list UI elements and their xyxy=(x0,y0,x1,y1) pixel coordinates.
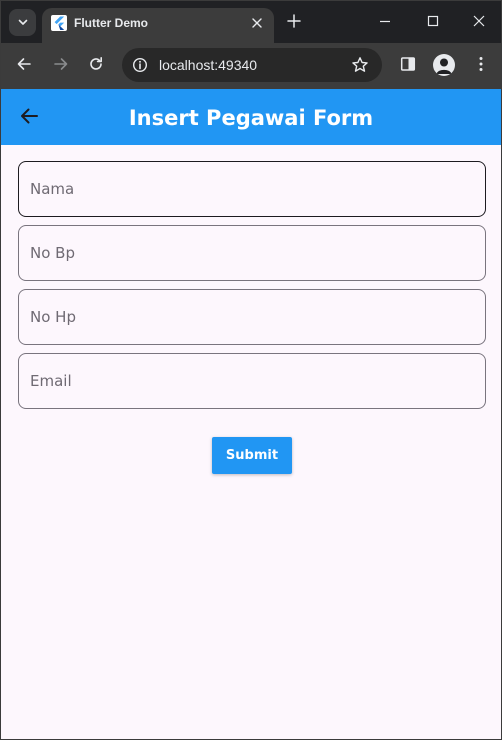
reload-button[interactable] xyxy=(84,54,108,78)
minimize-button[interactable] xyxy=(370,7,400,35)
plus-icon xyxy=(287,13,301,32)
email-field[interactable] xyxy=(18,353,486,409)
close-icon[interactable] xyxy=(248,14,266,32)
close-icon xyxy=(473,12,485,31)
avatar-icon[interactable] xyxy=(433,54,455,76)
new-tab-button[interactable] xyxy=(283,11,305,33)
no-hp-input[interactable] xyxy=(19,290,485,344)
no-bp-input[interactable] xyxy=(19,226,485,280)
no-bp-field[interactable] xyxy=(18,225,486,281)
email-input[interactable] xyxy=(19,354,485,408)
tab-title: Flutter Demo xyxy=(74,16,149,30)
no-hp-field[interactable] xyxy=(18,289,486,345)
tab-active[interactable]: Flutter Demo xyxy=(42,8,274,43)
nama-field[interactable] xyxy=(18,161,486,217)
info-icon[interactable] xyxy=(130,55,150,75)
forward-button[interactable] xyxy=(49,54,73,78)
tab-search-button[interactable] xyxy=(9,9,36,36)
back-button[interactable] xyxy=(12,54,36,78)
submit-button[interactable]: Submit xyxy=(212,437,292,474)
app-bar: Insert Pegawai Form xyxy=(1,89,501,145)
kebab-menu-icon xyxy=(478,56,484,76)
browser-toolbar: localhost:49340 xyxy=(1,43,501,89)
browser-window: Flutter Demo localhost:49340 Insert Pega… xyxy=(0,0,502,740)
flutter-logo-icon xyxy=(51,15,67,31)
nama-input[interactable] xyxy=(19,162,485,216)
arrow-right-icon xyxy=(53,56,69,76)
arrow-left-icon xyxy=(16,56,32,76)
url-text: localhost:49340 xyxy=(159,57,258,73)
maximize-button[interactable] xyxy=(418,7,448,35)
reload-icon xyxy=(88,56,104,76)
window-close-button[interactable] xyxy=(464,7,494,35)
chevron-down-icon xyxy=(17,13,29,32)
tab-strip: Flutter Demo xyxy=(1,1,501,43)
maximize-icon xyxy=(427,12,439,31)
menu-button[interactable] xyxy=(469,54,493,78)
side-panel-button[interactable] xyxy=(396,54,420,78)
side-panel-icon xyxy=(400,56,416,76)
page-title: Insert Pegawai Form xyxy=(128,106,374,130)
minimize-icon xyxy=(379,12,391,31)
star-icon[interactable] xyxy=(351,56,369,74)
address-bar[interactable]: localhost:49340 xyxy=(122,48,382,82)
